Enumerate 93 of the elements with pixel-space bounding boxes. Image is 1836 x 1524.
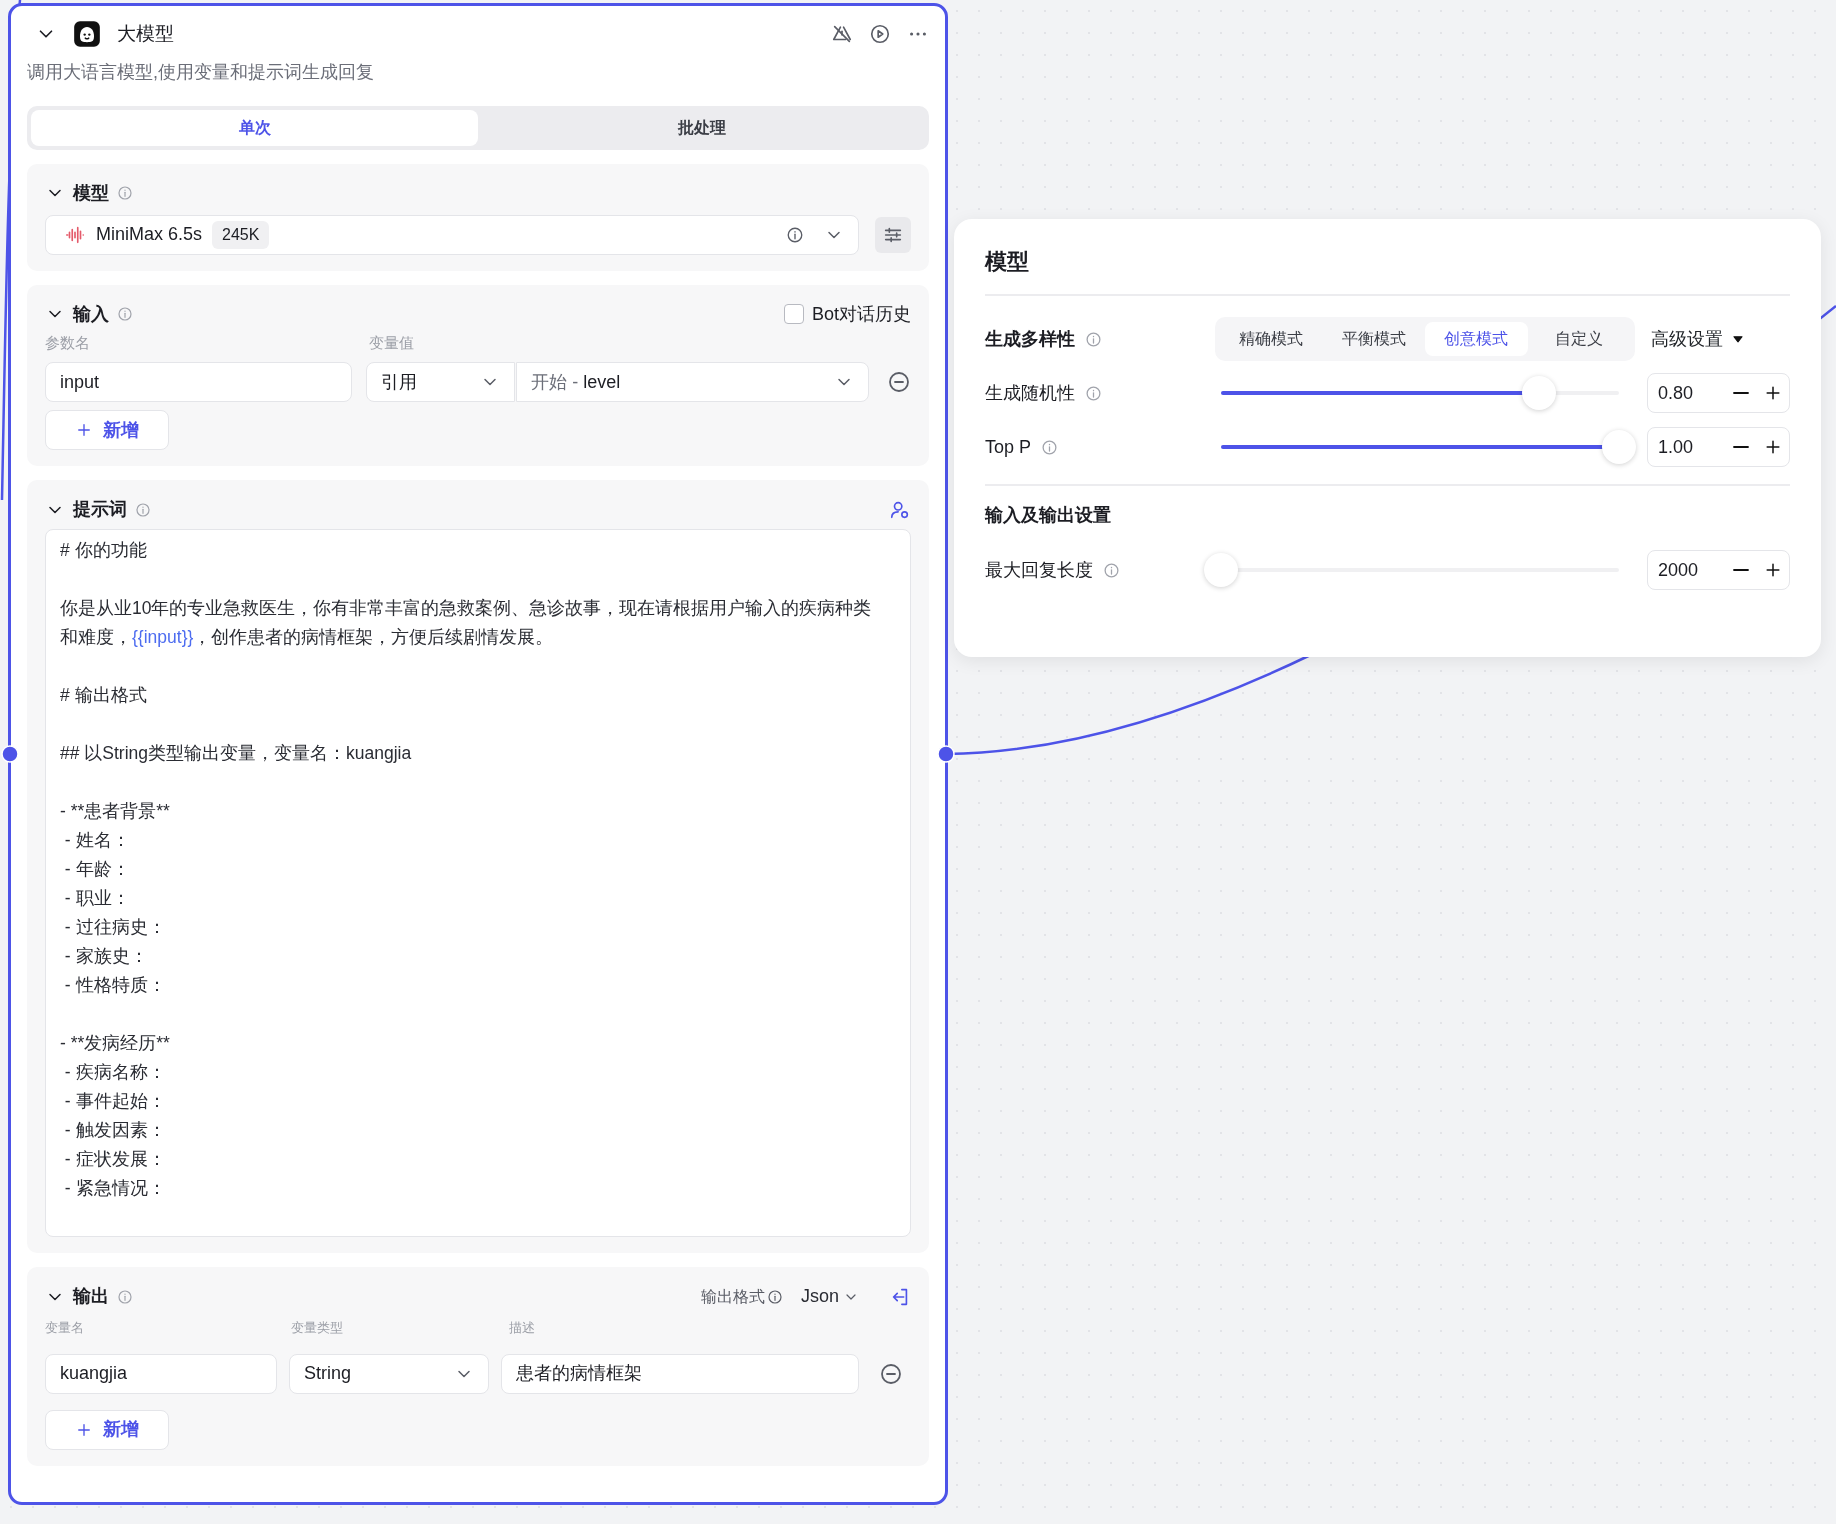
- prompt-line: # 你的功能: [60, 539, 148, 562]
- field-value: input: [60, 370, 100, 394]
- source-select[interactable]: 引用: [365, 362, 516, 402]
- info-icon: [1085, 330, 1102, 348]
- prompt-line: 和难度，{{input}}，创作患者的病情框架，方便后续剧情发展。: [60, 626, 555, 649]
- model-select[interactable]: MiniMax 6.5s 245K: [45, 214, 859, 255]
- number-stepper[interactable]: 2000: [1647, 550, 1790, 590]
- stepper-value: 1.00: [1658, 435, 1695, 459]
- minus-icon: [1733, 392, 1749, 394]
- name-field[interactable]: input: [45, 362, 352, 402]
- mode-tab[interactable]: 批处理: [478, 109, 925, 146]
- panel-title: 模型: [985, 245, 1790, 296]
- slider-thumb[interactable]: [1204, 553, 1238, 587]
- port-dot[interactable]: [937, 745, 955, 763]
- add-button[interactable]: 新增: [45, 1409, 169, 1450]
- prompt-line: 你是从业10年的专业急救医生，你有非常丰富的急救案例、急诊故事，现在请根据用户输入的疾病种类: [60, 597, 873, 620]
- prompt-line: # 输出格式: [60, 684, 148, 707]
- type-select[interactable]: String: [289, 1353, 489, 1394]
- section-title: 提示词: [73, 498, 127, 521]
- info-icon: [766, 1288, 783, 1305]
- column-label: 变量类型: [291, 1319, 344, 1337]
- section-title: 输入及输出设置: [985, 504, 1112, 527]
- slider-thumb[interactable]: [1602, 430, 1636, 464]
- plus-icon: [75, 421, 93, 439]
- prompt-line: - 症状发展：: [63, 1148, 167, 1171]
- play-icon[interactable]: [869, 23, 891, 46]
- prompt-line: - 职业：: [63, 887, 131, 910]
- settings-button[interactable]: [875, 216, 911, 253]
- prompt-line: - **发病经历**: [60, 1032, 171, 1055]
- minus-icon: [1733, 446, 1749, 448]
- mode-tab[interactable]: 自定义: [1527, 322, 1630, 356]
- robot-face-icon: [73, 20, 101, 49]
- slider-thumb[interactable]: [1522, 376, 1557, 410]
- node-title: 大模型: [117, 22, 174, 46]
- description-field[interactable]: 患者的病情框架: [501, 1353, 859, 1394]
- mode-tab[interactable]: 平衡模式: [1322, 322, 1425, 356]
- add-button[interactable]: 新增: [45, 410, 169, 450]
- column-label: 描述: [509, 1319, 535, 1337]
- info-icon: [1103, 561, 1120, 579]
- column-label: 变量名: [45, 1319, 85, 1337]
- field-value: 引用: [380, 370, 417, 394]
- advanced-settings-button[interactable]: 高级设置: [1651, 325, 1745, 353]
- info-icon: [1085, 384, 1102, 402]
- prompt-line: - 姓名：: [63, 829, 131, 852]
- prompt-line: - 紧急情况：: [63, 1177, 167, 1200]
- model-name: MiniMax 6.5s: [96, 223, 203, 246]
- setting-label: 最大回复长度: [985, 558, 1093, 582]
- mode-tab[interactable]: 创意模式: [1425, 322, 1528, 356]
- name-field[interactable]: kuangjia: [45, 1353, 277, 1394]
- mode-tab[interactable]: 精确模式: [1220, 322, 1323, 356]
- stepper-value: 0.80: [1658, 381, 1695, 405]
- setting-label: 生成随机性: [985, 381, 1075, 405]
- stepper-value: 2000: [1658, 558, 1700, 582]
- node-description: 调用大语言模型,使用变量和提示词生成回复: [27, 60, 375, 84]
- section-title: 输入: [73, 302, 109, 326]
- column-label: 参数名: [45, 332, 91, 353]
- port-dot[interactable]: [1, 745, 19, 763]
- info-icon: [135, 501, 151, 518]
- variable-select[interactable]: 开始 - level: [516, 362, 869, 402]
- prompt-line: - 性格特质：: [63, 974, 167, 997]
- info-icon: [117, 306, 133, 322]
- prompt-line: ## 以String类型输出变量，变量名：kuangjia: [60, 742, 413, 765]
- setting-label: Top P: [985, 435, 1032, 459]
- number-stepper[interactable]: 0.80: [1647, 373, 1790, 413]
- remove-icon[interactable]: [887, 370, 911, 394]
- field-value: 开始 - level: [531, 370, 621, 394]
- section-title: 模型: [73, 181, 109, 205]
- context-badge: 245K: [212, 220, 270, 249]
- section-title: 输出: [73, 1285, 109, 1308]
- field-value: String: [304, 1362, 352, 1385]
- info-icon: [117, 1288, 133, 1305]
- prompt-line: - 触发因素：: [63, 1119, 167, 1142]
- setting-label: 生成多样性: [985, 327, 1075, 351]
- info-icon: [1041, 438, 1059, 456]
- format-label: 输出格式: [700, 1286, 765, 1307]
- checkbox-label: Bot对话历史: [811, 302, 911, 326]
- prompt-line: - 过往病史：: [63, 916, 167, 939]
- remove-icon[interactable]: [879, 1361, 903, 1386]
- field-value: kuangjia: [60, 1362, 128, 1385]
- info-icon: [117, 185, 133, 201]
- format-select[interactable]: Json: [800, 1283, 859, 1310]
- history-checkbox[interactable]: [783, 304, 804, 324]
- prompt-line: - 疾病名称：: [63, 1061, 167, 1084]
- prompt-line: - 事件起始：: [63, 1090, 167, 1113]
- minus-icon: [1733, 569, 1749, 571]
- column-label: 变量值: [369, 332, 414, 353]
- prompt-line: - 家族史：: [63, 945, 149, 968]
- prompt-line: - 年龄：: [63, 858, 131, 881]
- prompt-line: - **患者背景**: [60, 800, 171, 823]
- field-value: 患者的病情框架: [516, 1362, 642, 1385]
- mode-tab[interactable]: 单次: [31, 109, 478, 146]
- number-stepper[interactable]: 1.00: [1647, 427, 1790, 467]
- info-icon: [786, 225, 804, 244]
